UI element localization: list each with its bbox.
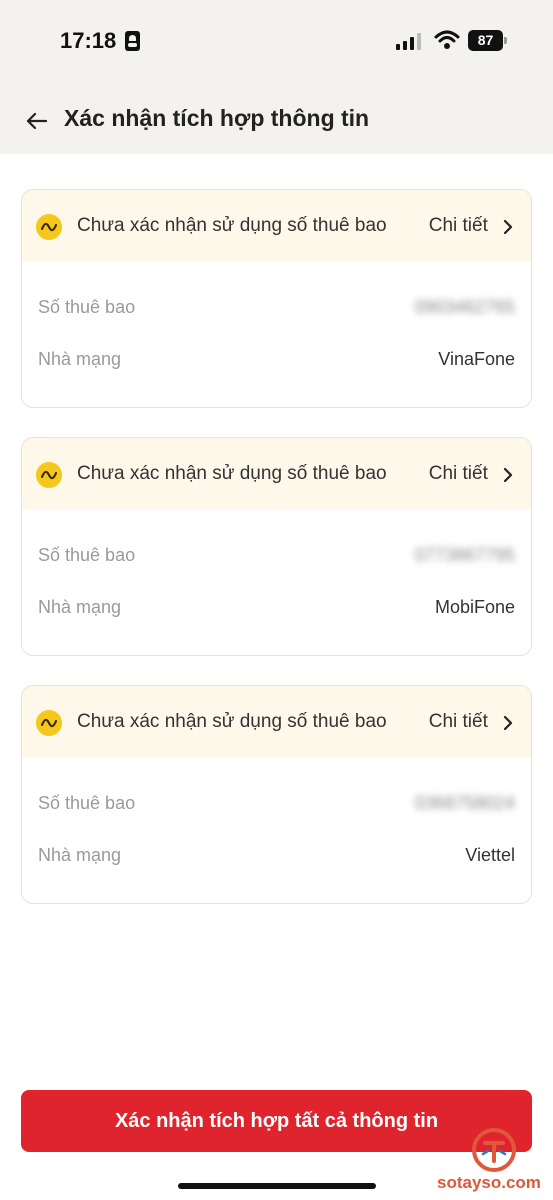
- detail-link[interactable]: Chi tiết: [429, 711, 509, 733]
- arrow-left-icon[interactable]: [22, 106, 52, 136]
- sotayso-logo-icon: [472, 1128, 516, 1172]
- card-status-text: Chưa xác nhận sử dụng số thuê bao: [77, 215, 387, 236]
- subscriber-card-3: Chưa xác nhận sử dụng số thuê bao Chi ti…: [21, 685, 532, 904]
- carrier-label: Nhà mạng: [38, 845, 122, 865]
- home-indicator: [178, 1183, 376, 1189]
- chevron-right-icon: [503, 219, 513, 235]
- contact-card-icon: [125, 31, 140, 51]
- detail-label: Chi tiết: [428, 711, 488, 732]
- warning-wave-icon: [36, 214, 62, 240]
- detail-link[interactable]: Chi tiết: [429, 463, 509, 485]
- cellular-signal-icon: [396, 32, 422, 50]
- chevron-right-icon: [503, 467, 513, 483]
- card-status-text: Chưa xác nhận sử dụng số thuê bao: [77, 463, 387, 484]
- status-time: 17:18: [60, 28, 117, 53]
- chevron-right-icon: [503, 715, 513, 731]
- subscriber-card-2: Chưa xác nhận sử dụng số thuê bao Chi ti…: [21, 437, 532, 656]
- warning-wave-icon: [36, 710, 62, 736]
- card-status-header[interactable]: Chưa xác nhận sử dụng số thuê bao Chi ti…: [22, 438, 531, 510]
- carrier-label: Nhà mạng: [38, 597, 122, 617]
- status-bar: 17:18 87: [0, 0, 553, 90]
- page-title: Xác nhận tích hợp thông tin: [64, 105, 370, 131]
- warning-wave-icon: [36, 462, 62, 488]
- card-status-header[interactable]: Chưa xác nhận sử dụng số thuê bao Chi ti…: [22, 190, 531, 262]
- detail-label: Chi tiết: [428, 463, 488, 484]
- carrier-value: MobiFone: [434, 597, 515, 617]
- subscriber-value: 0368758024: [414, 793, 515, 813]
- battery-icon: 87: [468, 30, 508, 51]
- detail-label: Chi tiết: [428, 215, 488, 236]
- detail-link[interactable]: Chi tiết: [429, 215, 509, 237]
- carrier-label: Nhà mạng: [38, 349, 122, 369]
- card-status-text: Chưa xác nhận sử dụng số thuê bao: [77, 711, 387, 732]
- subscriber-value: 0903462765: [414, 297, 515, 317]
- subscriber-value: 0773867795: [414, 545, 515, 565]
- watermark-text: sotayso.com: [437, 1173, 541, 1192]
- subscriber-label: Số thuê bao: [38, 545, 136, 565]
- battery-level: 87: [468, 30, 503, 51]
- subscriber-card-1: Chưa xác nhận sử dụng số thuê bao Chi ti…: [21, 189, 532, 408]
- carrier-value: Viettel: [465, 845, 515, 865]
- subscriber-label: Số thuê bao: [38, 297, 136, 317]
- subscriber-label: Số thuê bao: [38, 793, 136, 813]
- carrier-value: VinaFone: [438, 349, 515, 369]
- confirm-all-button[interactable]: Xác nhận tích hợp tất cả thông tin: [21, 1090, 532, 1152]
- app-header: Xác nhận tích hợp thông tin: [0, 90, 553, 154]
- wifi-icon: [434, 30, 460, 49]
- card-status-header[interactable]: Chưa xác nhận sử dụng số thuê bao Chi ti…: [22, 686, 531, 758]
